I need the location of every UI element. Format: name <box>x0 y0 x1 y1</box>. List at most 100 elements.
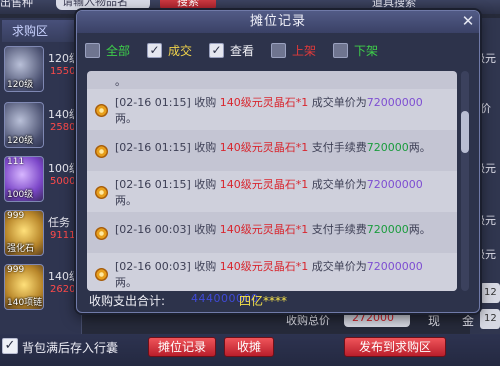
log-time: [02-16 00:03] <box>115 223 191 236</box>
log-line: [02-16 01:15] 收购 140级元灵晶石*1 成交单价为7200000… <box>115 176 423 192</box>
summary-label: 收购支出合计: <box>89 294 166 308</box>
log-amount: 720000 <box>366 223 409 236</box>
log-item: 140级元灵晶石*1 <box>219 223 309 236</box>
log-time: [02-16 00:03] <box>115 260 191 273</box>
bag-full-label: 背包满后存入行囊 <box>22 341 119 355</box>
log-time: [02-16 01:15] <box>115 178 191 191</box>
filter-label: 下架 <box>354 43 379 58</box>
bullet-icon <box>95 227 108 240</box>
item-count: 111 <box>7 157 25 167</box>
publish-button[interactable]: 发布到求购区 <box>344 337 446 357</box>
log-item: 140级元灵晶石*1 <box>219 141 309 154</box>
log-scrollbar[interactable] <box>461 71 469 291</box>
log-action: 收购 <box>194 260 217 273</box>
filter-label: 全部 <box>106 43 131 58</box>
log-action: 收购 <box>194 141 217 154</box>
item-level: 120级 <box>7 80 34 90</box>
item-level: 100级 <box>7 190 34 200</box>
filter-checkbox[interactable] <box>85 42 100 58</box>
log-item: 140级元灵晶石*1 <box>219 178 309 191</box>
cash-label: 现 <box>428 314 441 328</box>
buy-list-title[interactable]: 求购区 <box>2 20 80 42</box>
log-line: [02-16 00:03] 收购 140级元灵晶石*1 支付手续费720000两… <box>115 221 431 237</box>
bullet-icon <box>95 145 108 158</box>
list-item[interactable]: 111 100级 100级 5000 <box>2 154 82 208</box>
log-tail: 两。 <box>408 141 431 154</box>
log-amount: 720000 <box>366 141 409 154</box>
filter-label: 上架 <box>292 43 317 58</box>
filter-label: 成交 <box>168 43 193 58</box>
item-level: 强化石 <box>7 244 35 254</box>
log-line: [02-16 00:03] 收购 140级元灵晶石*1 成交单价为7200000… <box>115 258 423 274</box>
filter-checkbox[interactable]: ✓ <box>147 42 162 58</box>
quantity-field[interactable]: 12 <box>480 283 500 303</box>
equipment-icon: 120级 <box>4 46 44 92</box>
item-search-label[interactable]: 道具搜索 <box>372 0 416 10</box>
stall-log-button[interactable]: 摊位记录 <box>148 337 216 357</box>
log-line: [02-16 01:15] 收购 140级元灵晶石*1 支付手续费720000两… <box>115 139 431 155</box>
bullet-icon <box>95 104 108 117</box>
item-level: 120级 <box>7 136 34 146</box>
close-stall-button[interactable]: 收摊 <box>224 337 274 357</box>
buy-list-panel: 求购区 120级 120级 1550 120级 140级 2580 111 10… <box>0 18 82 336</box>
log-entry: [02-16 01:15] 收购 140级元灵晶石*1 支付手续费720000两… <box>87 130 457 171</box>
log-action: 收购 <box>194 223 217 236</box>
log-amount: 72000000 <box>366 178 423 191</box>
log-tail: 两。 <box>115 276 137 289</box>
log-desc: 支付手续费 <box>311 141 367 154</box>
filter-checkbox[interactable] <box>333 42 348 58</box>
log-amount: 72000000 <box>366 96 423 109</box>
right-label: 价 <box>480 102 491 115</box>
log-amount: 72000000 <box>366 260 423 273</box>
equipment-icon: 120级 <box>4 102 44 148</box>
filter-view[interactable]: ✓ 查看 <box>209 40 254 60</box>
list-item[interactable]: 120级 120级 1550 <box>2 44 82 98</box>
log-tail: 两。 <box>408 223 431 236</box>
filter-row: 全部 ✓ 成交 ✓ 查看 上架 下架 <box>85 40 475 60</box>
quantity-field[interactable]: 12 <box>480 309 500 329</box>
list-item[interactable]: 999 140项链 140级 2620 <box>2 262 82 316</box>
log-time: [02-16 01:15] <box>115 141 191 154</box>
filter-checkbox[interactable]: ✓ <box>209 42 224 58</box>
log-tail: 两。 <box>115 112 137 125</box>
filter-all[interactable]: 全部 <box>85 40 130 60</box>
bullet-icon <box>95 268 108 281</box>
item-count: 999 <box>7 211 25 221</box>
log-desc: 支付手续费 <box>311 223 367 236</box>
log-line: [02-16 01:15] 收购 140级元灵晶石*1 成交单价为7200000… <box>115 94 423 110</box>
log-item: 140级元灵晶石*1 <box>219 260 309 273</box>
bag-full-checkbox[interactable]: ✓ <box>2 338 18 354</box>
search-button[interactable]: 搜索 <box>160 0 216 10</box>
log-action: 收购 <box>194 96 217 109</box>
log-time: [02-16 01:15] <box>115 96 191 109</box>
filter-deal[interactable]: ✓ 成交 <box>147 40 192 60</box>
filter-label: 查看 <box>230 43 255 58</box>
log-desc: 成交单价为 <box>311 96 367 109</box>
log-tail: 两。 <box>115 194 137 207</box>
total-price-label: 收购总价 <box>286 314 330 327</box>
item-count: 999 <box>7 265 25 275</box>
scroll-thumb[interactable] <box>461 111 469 153</box>
log-entry: [02-16 00:03] 收购 140级元灵晶石*1 成交单价为7200000… <box>87 253 457 291</box>
log-entry: [02-16 01:15] 收购 140级元灵晶石*1 成交单价为7200000… <box>87 171 457 212</box>
dialog-header: 摊位记录 ✕ <box>77 11 479 33</box>
filter-delist[interactable]: 下架 <box>333 40 378 60</box>
log-entry: [02-16 00:03] 收购 140级元灵晶石*1 支付手续费720000两… <box>87 212 457 253</box>
close-icon[interactable]: ✕ <box>460 13 476 29</box>
list-item[interactable]: 999 强化石 任务 9111 <box>2 208 82 262</box>
bullet-icon <box>95 186 108 199</box>
filter-list[interactable]: 上架 <box>271 40 316 60</box>
filter-checkbox[interactable] <box>271 42 286 58</box>
log-list[interactable]: 。 [02-16 01:15] 收购 140级元灵晶石*1 成交单价为72000… <box>87 71 457 291</box>
item-level: 140项链 <box>7 298 43 308</box>
list-item[interactable]: 120级 140级 2580 <box>2 100 82 154</box>
search-input[interactable]: 请输入物品名 <box>56 0 150 10</box>
gold-label: 金 <box>462 314 475 328</box>
dialog-title: 摊位记录 <box>249 14 306 29</box>
log-desc: 成交单价为 <box>311 178 367 191</box>
log-fragment: 。 <box>115 75 126 88</box>
enhance-stone-icon: 999 强化石 <box>4 210 44 256</box>
crystal-icon: 111 100级 <box>4 156 44 202</box>
log-desc: 成交单价为 <box>311 260 367 273</box>
summary-words: 四亿**** <box>239 294 288 308</box>
